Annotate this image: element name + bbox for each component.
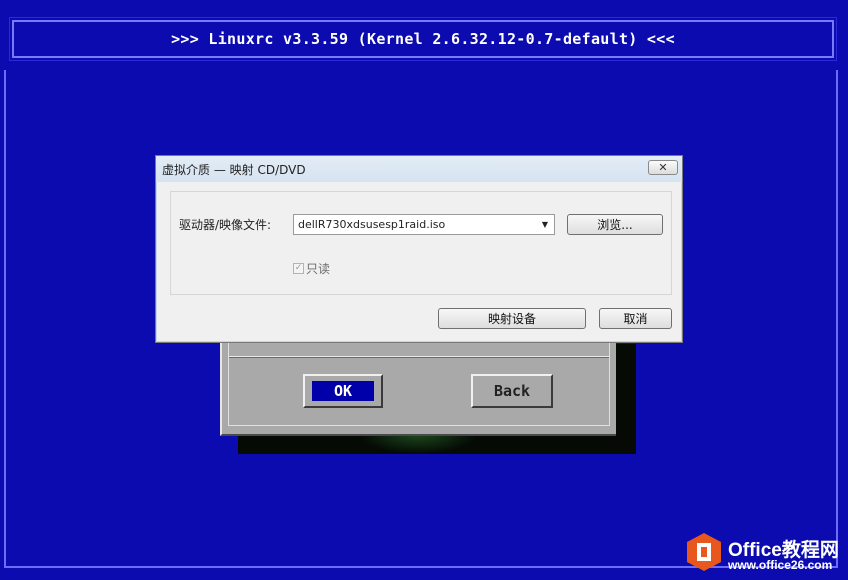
readonly-option: ✓ 只读 <box>293 260 330 277</box>
installer-separator <box>229 356 609 358</box>
map-device-button[interactable]: 映射设备 <box>438 308 586 329</box>
office-logo-icon <box>687 533 721 571</box>
linuxrc-title-bar: >>> Linuxrc v3.3.59 (Kernel 2.6.32.12-0.… <box>9 17 837 61</box>
checkmark-icon: ✓ <box>294 263 303 273</box>
virtual-media-dialog: 虚拟介质 — 映射 CD/DVD ✕ 驱动器/映像文件: dellR730xds… <box>155 155 683 343</box>
close-button[interactable]: ✕ <box>648 160 678 175</box>
watermark-url: www.office26.com <box>728 558 833 572</box>
close-icon: ✕ <box>658 161 668 174</box>
linuxrc-title: >>> Linuxrc v3.3.59 (Kernel 2.6.32.12-0.… <box>171 30 675 48</box>
back-button[interactable]: Back <box>471 374 553 408</box>
browse-button[interactable]: 浏览... <box>567 214 663 235</box>
chevron-down-icon[interactable]: ▼ <box>538 217 552 232</box>
dialog-title: 虚拟介质 — 映射 CD/DVD <box>162 163 306 177</box>
readonly-checkbox[interactable]: ✓ <box>293 263 304 274</box>
ok-button[interactable]: OK <box>303 374 383 408</box>
installer-dialog-body: OK Back <box>228 340 610 426</box>
dialog-titlebar: 虚拟介质 — 映射 CD/DVD ✕ <box>156 156 682 182</box>
readonly-label: 只读 <box>306 262 331 276</box>
drive-label: 驱动器/映像文件: <box>179 218 272 232</box>
drive-image-select[interactable]: dellR730xdsusesp1raid.iso ▼ <box>293 214 555 235</box>
watermark: Office教程网 www.office26.com <box>684 530 844 576</box>
mapping-group: 驱动器/映像文件: dellR730xdsusesp1raid.iso ▼ 浏览… <box>170 191 672 295</box>
installer-dialog: OK Back <box>220 340 616 436</box>
drive-image-value: dellR730xdsusesp1raid.iso <box>298 218 446 231</box>
cancel-button[interactable]: 取消 <box>599 308 672 329</box>
ok-button-label: OK <box>311 381 375 401</box>
